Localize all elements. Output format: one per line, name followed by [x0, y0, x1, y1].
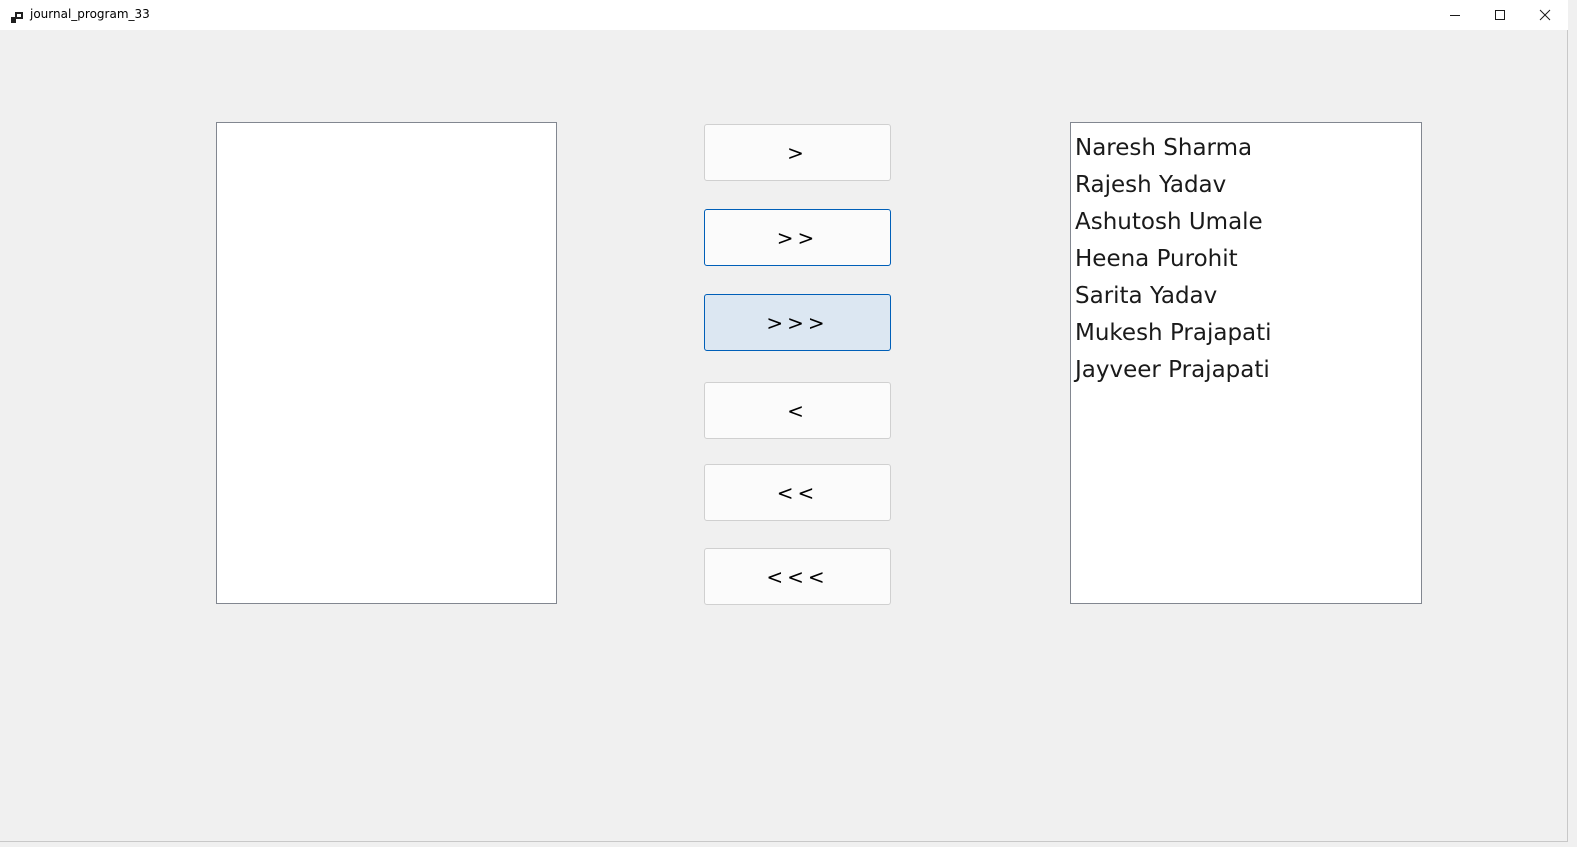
- move-two-right-button[interactable]: >>: [704, 209, 891, 266]
- window-title: journal_program_33: [30, 7, 150, 21]
- move-all-right-button[interactable]: >>>: [704, 294, 891, 351]
- list-item[interactable]: Naresh Sharma: [1071, 130, 1421, 167]
- list-item[interactable]: Jayveer Prajapati: [1071, 352, 1421, 389]
- main-window: journal_program_33 > >> >>> < << <<< Nar…: [0, 0, 1568, 842]
- list-item[interactable]: Heena Purohit: [1071, 241, 1421, 278]
- move-one-left-button[interactable]: <: [704, 382, 891, 439]
- move-two-left-button[interactable]: <<: [704, 464, 891, 521]
- list-item[interactable]: Ashutosh Umale: [1071, 204, 1421, 241]
- maximize-button[interactable]: [1477, 0, 1523, 30]
- list-item[interactable]: Mukesh Prajapati: [1071, 315, 1421, 352]
- right-listbox[interactable]: Naresh Sharma Rajesh Yadav Ashutosh Umal…: [1070, 122, 1422, 604]
- list-item[interactable]: Rajesh Yadav: [1071, 167, 1421, 204]
- minimize-button[interactable]: [1432, 0, 1478, 30]
- title-bar[interactable]: journal_program_33: [0, 0, 1568, 30]
- close-icon: [1539, 6, 1551, 25]
- move-one-right-button[interactable]: >: [704, 124, 891, 181]
- list-item[interactable]: Sarita Yadav: [1071, 278, 1421, 315]
- maximize-icon: [1494, 6, 1506, 25]
- move-all-left-button[interactable]: <<<: [704, 548, 891, 605]
- left-listbox[interactable]: [216, 122, 557, 604]
- close-button[interactable]: [1522, 0, 1568, 30]
- minimize-icon: [1449, 6, 1461, 25]
- app-icon: [11, 9, 23, 23]
